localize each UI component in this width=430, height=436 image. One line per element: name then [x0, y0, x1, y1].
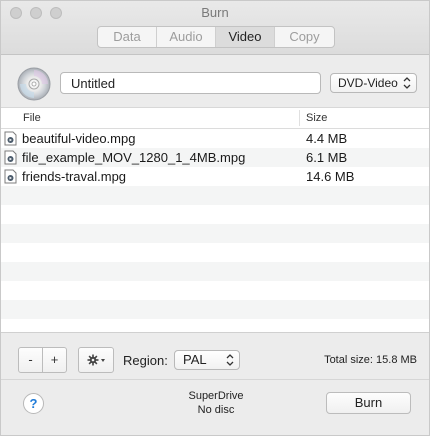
mode-tabs: Data Audio Video Copy [97, 26, 335, 48]
file-size: 6.1 MB [306, 150, 348, 165]
column-separator [299, 110, 300, 126]
title-bar: Burn Data Audio Video Copy [1, 1, 429, 55]
drive-status: No disc [197, 404, 235, 416]
tab-video[interactable]: Video [216, 27, 275, 47]
list-header: File Size [1, 108, 429, 129]
region-select[interactable]: PAL [174, 350, 240, 370]
file-row[interactable]: friends-traval.mpg 14.6 MB [1, 167, 429, 186]
tab-audio[interactable]: Audio [157, 27, 216, 47]
empty-row [1, 262, 429, 281]
file-video-icon [4, 150, 17, 165]
file-size: 14.6 MB [306, 169, 355, 184]
file-size: 4.4 MB [306, 131, 348, 146]
file-name: beautiful-video.mpg [22, 131, 136, 146]
gear-icon [87, 354, 105, 366]
region-label: Region: [123, 353, 168, 368]
file-list[interactable]: File Size beautiful-video.mpg 4.4 MB fil… [1, 107, 429, 333]
disc-type-select[interactable]: DVD-Video [330, 73, 417, 93]
file-name: friends-traval.mpg [22, 169, 127, 184]
drive-name: SuperDrive [188, 390, 244, 402]
footer-divider [1, 379, 429, 380]
empty-row [1, 186, 429, 205]
empty-row [1, 281, 429, 300]
burn-button[interactable]: Burn [326, 392, 411, 414]
empty-row [1, 319, 429, 338]
chevron-updown-icon [226, 354, 234, 366]
column-header-file[interactable]: File [23, 112, 41, 124]
help-icon[interactable]: ? [23, 393, 44, 414]
actions-menu-button[interactable] [78, 347, 114, 373]
file-video-icon [4, 169, 17, 184]
remove-file-button[interactable]: - [18, 347, 43, 373]
empty-row [1, 205, 429, 224]
file-row[interactable]: beautiful-video.mpg 4.4 MB [1, 129, 429, 148]
column-header-size[interactable]: Size [306, 112, 327, 124]
file-video-icon [4, 131, 17, 146]
file-name: file_example_MOV_1280_1_4MB.mpg [22, 150, 246, 165]
disc-name-field[interactable] [60, 72, 321, 94]
window-title: Burn [201, 5, 229, 20]
file-rows: beautiful-video.mpg 4.4 MB file_example_… [1, 129, 429, 338]
region-value: PAL [183, 352, 207, 367]
tab-copy[interactable]: Copy [275, 27, 334, 47]
empty-row [1, 243, 429, 262]
disc-icon [17, 67, 51, 101]
empty-row [1, 224, 429, 243]
total-size-label: Total size: 15.8 MB [324, 354, 417, 366]
burn-window: Burn Data Audio Video Copy DVD-Video [0, 0, 430, 436]
disc-type-value: DVD-Video [338, 76, 398, 90]
chevron-updown-icon [403, 77, 411, 89]
tab-data[interactable]: Data [98, 27, 157, 47]
file-row[interactable]: file_example_MOV_1280_1_4MB.mpg 6.1 MB [1, 148, 429, 167]
add-file-button[interactable]: + [42, 347, 67, 373]
empty-row [1, 300, 429, 319]
